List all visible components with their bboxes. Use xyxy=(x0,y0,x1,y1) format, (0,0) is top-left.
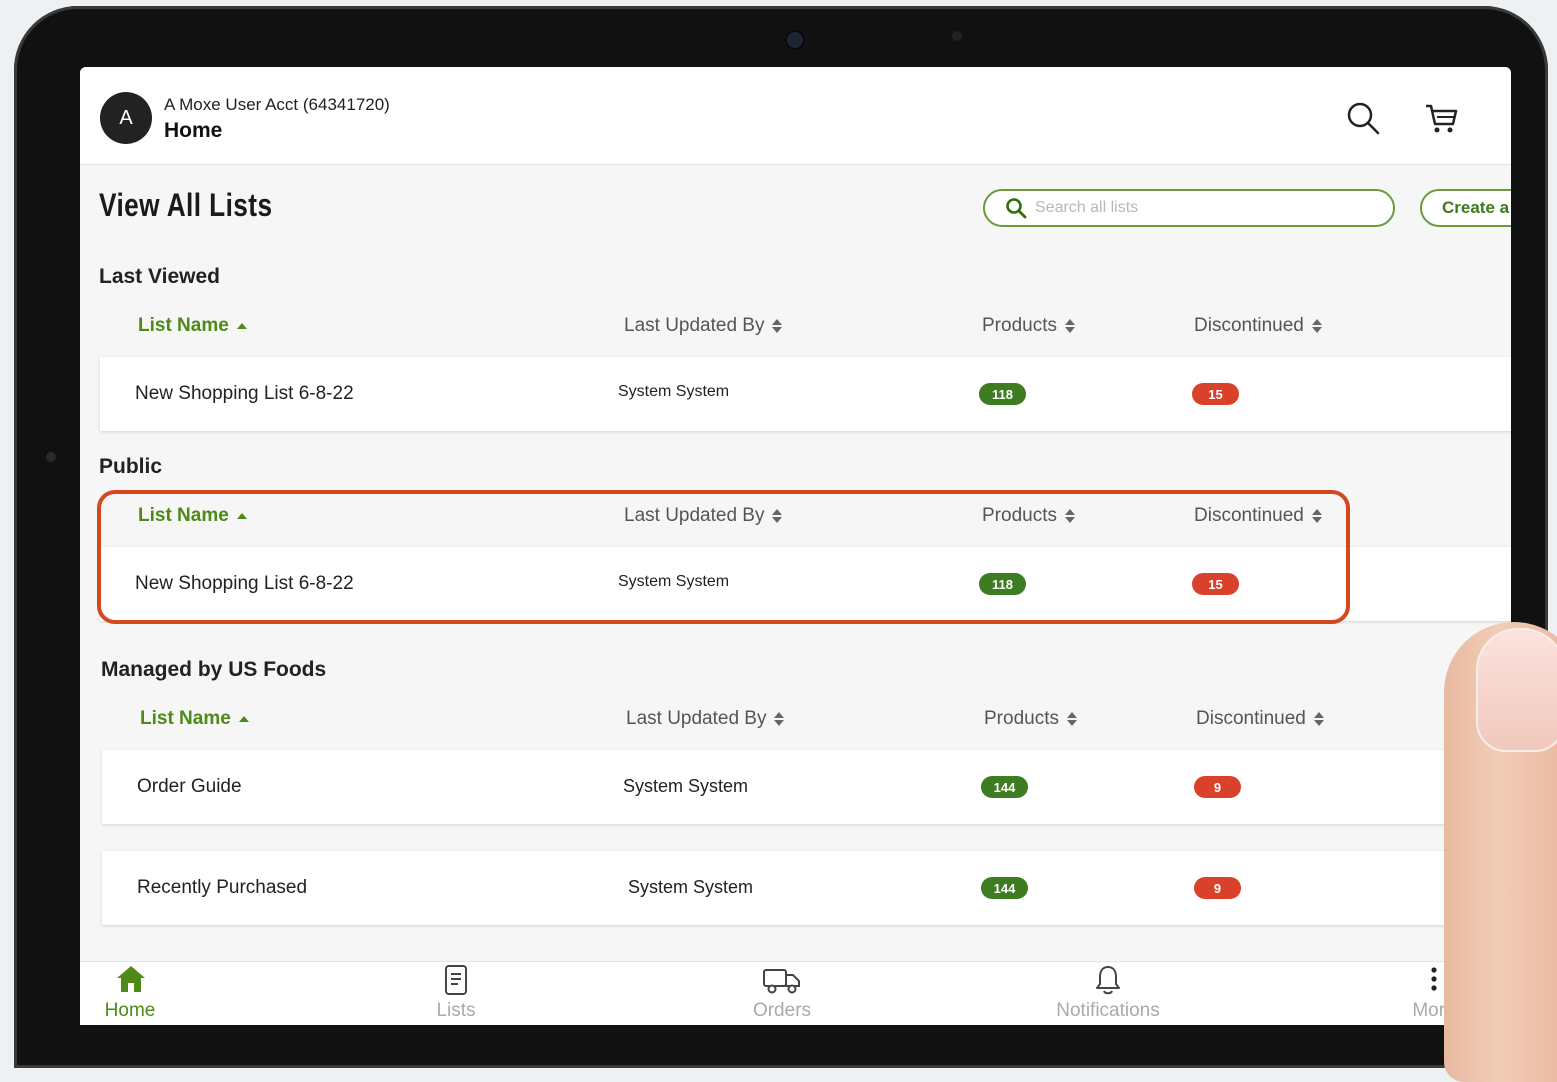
sort-icon xyxy=(1064,509,1075,523)
column-label: Products xyxy=(982,315,1057,336)
list-row[interactable]: Order Guide System System 144 9 xyxy=(102,750,1511,824)
truck-icon xyxy=(763,969,800,994)
column-label: Discontinued xyxy=(1194,505,1304,526)
sort-asc-icon xyxy=(236,513,247,519)
page-context-title: Home xyxy=(164,119,223,142)
app-screen: A A Moxe User Acct (64341720) Home View … xyxy=(80,67,1511,1025)
column-label: Last Updated By xyxy=(624,505,765,526)
column-header-last-updated-by[interactable]: Last Updated By xyxy=(626,708,785,730)
column-label: List Name xyxy=(138,505,229,526)
section-title-last-viewed: Last Viewed xyxy=(99,265,220,288)
discontinued-count-badge: 15 xyxy=(1192,383,1239,405)
sort-icon xyxy=(1313,712,1324,726)
list-row[interactable]: Recently Purchased System System 144 9 xyxy=(102,851,1511,925)
nav-home[interactable]: Home xyxy=(80,962,200,1025)
nav-notifications-label: Notifications xyxy=(1056,1000,1160,1021)
home-icon xyxy=(117,966,145,992)
column-header-products[interactable]: Products xyxy=(982,505,1075,527)
list-icon xyxy=(445,965,467,995)
list-row[interactable]: New Shopping List 6-8-22 System System 1… xyxy=(100,547,1511,621)
column-header-last-updated-by[interactable]: Last Updated By xyxy=(624,505,783,527)
sort-icon xyxy=(1066,712,1077,726)
products-count-badge: 118 xyxy=(979,383,1026,405)
column-header-list-name[interactable]: List Name xyxy=(138,505,247,527)
column-header-list-name[interactable]: List Name xyxy=(140,708,249,730)
list-name: New Shopping List 6-8-22 xyxy=(135,573,354,594)
column-label: List Name xyxy=(140,708,231,729)
nav-notifications[interactable]: Notifications xyxy=(1038,962,1178,1025)
products-count-badge: 144 xyxy=(981,877,1028,899)
create-list-button[interactable]: Create a L xyxy=(1420,189,1511,227)
column-header-products[interactable]: Products xyxy=(984,708,1077,730)
column-header-last-updated-by[interactable]: Last Updated By xyxy=(624,315,783,337)
search-icon xyxy=(1006,198,1027,219)
sort-asc-icon xyxy=(238,716,249,722)
sort-icon xyxy=(772,509,783,523)
discontinued-count-badge: 15 xyxy=(1192,573,1239,595)
tablet-frame: A A Moxe User Acct (64341720) Home View … xyxy=(14,6,1548,1068)
column-header-discontinued[interactable]: Discontinued xyxy=(1194,315,1322,337)
last-updated-by: System System xyxy=(623,776,749,796)
column-label: Last Updated By xyxy=(626,708,767,729)
avatar[interactable]: A xyxy=(100,92,152,144)
nav-lists-label: Lists xyxy=(436,1000,476,1021)
nav-orders[interactable]: Orders xyxy=(712,962,852,1025)
list-name: New Shopping List 6-8-22 xyxy=(135,383,354,404)
bottom-navigation: Home Lists Orders Notifications More xyxy=(80,961,1511,1025)
camera-icon xyxy=(787,32,803,48)
column-label: Discontinued xyxy=(1196,708,1306,729)
last-updated-by: System System xyxy=(618,383,730,400)
sort-icon xyxy=(1311,509,1322,523)
nav-lists[interactable]: Lists xyxy=(386,962,526,1025)
list-row[interactable]: New Shopping List 6-8-22 System System 1… xyxy=(100,357,1511,431)
app-header: A A Moxe User Acct (64341720) Home xyxy=(80,67,1511,165)
account-label: A Moxe User Acct (64341720) xyxy=(164,95,390,114)
column-label: Discontinued xyxy=(1194,315,1304,336)
sort-icon xyxy=(1311,319,1322,333)
search-icon[interactable] xyxy=(1345,100,1381,136)
sort-icon xyxy=(772,319,783,333)
discontinued-count-badge: 9 xyxy=(1194,877,1241,899)
column-header-list-name[interactable]: List Name xyxy=(138,315,247,337)
column-label: List Name xyxy=(138,315,229,336)
discontinued-count-badge: 9 xyxy=(1194,776,1241,798)
sort-icon xyxy=(1064,319,1075,333)
sort-icon xyxy=(774,712,785,726)
sensor-dot xyxy=(952,31,962,41)
side-button xyxy=(46,452,56,462)
fingernail-overlay xyxy=(1476,628,1557,752)
search-lists-field[interactable] xyxy=(983,189,1395,227)
list-name: Order Guide xyxy=(137,776,242,797)
nav-orders-label: Orders xyxy=(752,1000,812,1021)
cart-icon[interactable] xyxy=(1423,100,1459,136)
column-label: Products xyxy=(982,505,1057,526)
products-count-badge: 144 xyxy=(981,776,1028,798)
column-header-discontinued[interactable]: Discontinued xyxy=(1194,505,1322,527)
section-title-public: Public xyxy=(99,455,163,478)
column-label: Products xyxy=(984,708,1059,729)
nav-home-label: Home xyxy=(104,1000,156,1021)
sort-asc-icon xyxy=(236,323,247,329)
products-count-badge: 118 xyxy=(979,573,1026,595)
column-header-products[interactable]: Products xyxy=(982,315,1075,337)
column-label: Last Updated By xyxy=(624,315,765,336)
bell-icon xyxy=(1096,966,1120,995)
column-header-discontinued[interactable]: Discontinued xyxy=(1196,708,1324,730)
page-title: View All Lists xyxy=(99,187,273,223)
search-input[interactable] xyxy=(1033,198,1367,218)
last-updated-by: System System xyxy=(618,573,730,590)
last-updated-by: System System xyxy=(628,877,754,897)
list-name: Recently Purchased xyxy=(137,877,308,898)
section-title-managed-by-us-foods: Managed by US Foods xyxy=(101,658,327,681)
